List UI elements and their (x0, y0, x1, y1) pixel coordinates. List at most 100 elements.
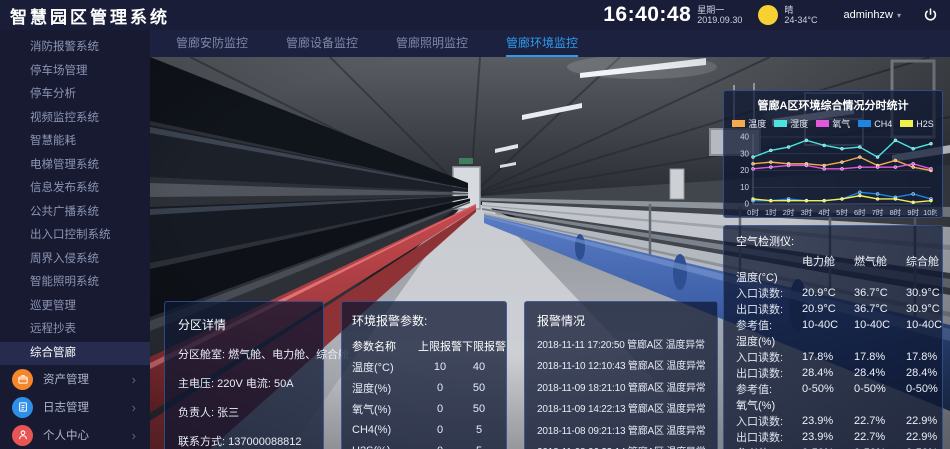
table-row: 氧气(%)050 (352, 398, 496, 419)
sidebar-item-parking-mgmt[interactable]: 停车场管理 (0, 60, 150, 84)
sidebar-item-label: 日志管理 (43, 399, 89, 415)
svg-text:4时: 4时 (818, 207, 830, 217)
list-item[interactable]: 2018-11-10 12:10:43 管廊A区 温度异常 (537, 361, 705, 372)
log-document-icon (12, 397, 33, 418)
legend-swatch-icon (732, 120, 745, 127)
zone-compartments: 分区舱室: 燃气舱、电力舱、综合舱 (178, 349, 310, 362)
svg-text:30: 30 (740, 149, 749, 158)
svg-text:9时: 9时 (907, 207, 919, 217)
tab-bar: 管廊安防监控 管廊设备监控 管廊照明监控 管廊环境监控 (150, 30, 950, 57)
air-detector-header: 电力舱 燃气舱 综合舱 (736, 253, 930, 269)
tunnel-scene: 管廊A区环境综合情况分时统计 温度湿度氧气CH4H2S 0102030400时1… (150, 57, 950, 449)
zone-detail-title: 分区详情 (178, 316, 310, 333)
sidebar-item-utility-tunnel[interactable]: 综合管廊 (0, 342, 150, 366)
table-row: 参考值:0-50%0-50%0-50% (736, 381, 930, 397)
user-menu[interactable]: adminhzw ▾ (843, 9, 901, 21)
tab-lighting-monitoring[interactable]: 管廊照明监控 (396, 30, 468, 57)
table-row: 参考值:0-50%0-50%0-50% (736, 445, 930, 449)
sidebar-item-smart-energy[interactable]: 智慧能耗 (0, 130, 150, 154)
date-label: 2019.09.30 (697, 15, 742, 25)
list-item[interactable]: 2018-11-08 09:21:13 管廊A区 温度异常 (537, 426, 705, 437)
legend-swatch-icon (774, 120, 787, 127)
sidebar-item-info-publish[interactable]: 信息发布系统 (0, 177, 150, 201)
svg-text:0时: 0时 (747, 207, 759, 217)
legend-item[interactable]: 温度 (732, 117, 766, 130)
legend-swatch-icon (900, 120, 913, 127)
weather-temp-range: 24-34°C (784, 15, 817, 25)
table-row: 出口读数:20.9°C36.7°C30.9°C (736, 301, 930, 317)
svg-text:10: 10 (740, 183, 749, 192)
tab-security-monitoring[interactable]: 管廊安防监控 (176, 30, 248, 57)
sidebar-item-parking-analysis[interactable]: 停车分析 (0, 83, 150, 107)
legend-swatch-icon (858, 120, 871, 127)
legend-swatch-icon (816, 120, 829, 127)
chevron-down-icon: ▾ (897, 11, 901, 20)
sidebar-item-patrol-mgmt[interactable]: 巡更管理 (0, 295, 150, 319)
table-row: CH4(%)05 (352, 419, 496, 440)
svg-text:6时: 6时 (854, 207, 866, 217)
sidebar-item-log-mgmt[interactable]: 日志管理 › (0, 393, 150, 421)
sidebar-item-public-broadcast[interactable]: 公共广播系统 (0, 201, 150, 225)
table-row: 入口读数:17.8%17.8%17.8% (736, 349, 930, 365)
table-row: H2S(%)05 (352, 440, 496, 449)
column-header: 电力舱 (802, 253, 854, 269)
svg-text:20: 20 (740, 166, 749, 175)
list-item[interactable]: 2018-11-09 14:22:13 管廊A区 温度异常 (537, 404, 705, 415)
air-detector-panel: 空气检测仪: 电力舱 燃气舱 综合舱 温度(°C) 入口读数:20.9°C36.… (723, 225, 943, 449)
env-stats-chart-panel: 管廊A区环境综合情况分时统计 温度湿度氧气CH4H2S 0102030400时1… (723, 90, 943, 218)
sidebar-item-perimeter-intrusion[interactable]: 周界入侵系统 (0, 248, 150, 272)
app-header: 智慧园区管理系统 16:40:48 星期一 2019.09.30 晴 24-34… (0, 0, 950, 30)
table-row: 湿度(%)050 (352, 377, 496, 398)
table-row: 出口读数:28.4%28.4%28.4% (736, 365, 930, 381)
svg-text:2时: 2时 (783, 207, 795, 217)
legend-item[interactable]: 湿度 (774, 117, 808, 130)
list-item[interactable]: 2018-11-11 17:20:50 管廊A区 温度异常 (537, 340, 705, 351)
sidebar-item-elevator[interactable]: 电梯管理系统 (0, 154, 150, 178)
alarm-params-title: 环境报警参数: (352, 312, 496, 329)
legend-item[interactable]: CH4 (858, 117, 892, 130)
sun-icon (758, 5, 778, 25)
list-item[interactable]: 2018-11-09 18:21:10 管廊A区 温度异常 (537, 383, 705, 394)
zone-detail-card: 分区详情 分区舱室: 燃气舱、电力舱、综合舱 主电压: 220V 电流: 50A… (164, 301, 324, 449)
sidebar-item-fire-alarm[interactable]: 消防报警系统 (0, 36, 150, 60)
app-root: 智慧园区管理系统 16:40:48 星期一 2019.09.30 晴 24-34… (0, 0, 950, 449)
zone-manager: 负责人: 张三 (178, 407, 310, 420)
air-section-oxygen: 氧气(%) (736, 397, 930, 413)
power-button[interactable] (923, 8, 938, 23)
sidebar-item-smart-lighting[interactable]: 智能照明系统 (0, 271, 150, 295)
legend-item[interactable]: 氧气 (816, 117, 850, 130)
svg-text:8时: 8时 (890, 207, 902, 217)
date-block: 星期一 2019.09.30 (697, 5, 742, 25)
weekday-label: 星期一 (697, 5, 742, 15)
alarm-params-header: 参数名称上限报警下限报警 (352, 335, 496, 356)
chevron-right-icon: › (132, 428, 136, 443)
asset-box-icon (12, 369, 33, 390)
content-area: 管廊安防监控 管廊设备监控 管廊照明监控 管廊环境监控 (150, 30, 950, 449)
alarm-params-card: 环境报警参数: 参数名称上限报警下限报警 温度(°C)1040 湿度(%)050… (341, 301, 507, 449)
table-row: 参考值:10-40C10-40C10-40C (736, 317, 930, 333)
tab-equipment-monitoring[interactable]: 管廊设备监控 (286, 30, 358, 57)
svg-text:10时: 10时 (923, 207, 937, 217)
tab-environment-monitoring[interactable]: 管廊环境监控 (506, 30, 578, 57)
sidebar-item-remote-meter[interactable]: 远程抄表 (0, 318, 150, 342)
clock: 16:40:48 (603, 3, 691, 27)
weather-block: 晴 24-34°C (784, 5, 817, 25)
sidebar-item-video-surveillance[interactable]: 视频监控系统 (0, 107, 150, 131)
svg-text:3时: 3时 (801, 207, 813, 217)
env-line-chart[interactable]: 0102030400时1时2时3时4时5时6时7时8时9时10时 (729, 131, 937, 217)
app-title: 智慧园区管理系统 (10, 3, 170, 28)
main-area: 消防报警系统 停车场管理 停车分析 视频监控系统 智慧能耗 电梯管理系统 信息发… (0, 30, 950, 449)
legend-item[interactable]: H2S (900, 117, 934, 130)
table-row: 出口读数:23.9%22.7%22.9% (736, 429, 930, 445)
sidebar-item-personal-center[interactable]: 个人中心 › (0, 421, 150, 449)
sidebar-item-label: 资产管理 (43, 371, 89, 387)
power-icon (923, 8, 938, 23)
person-icon (12, 425, 33, 446)
svg-text:5时: 5时 (836, 207, 848, 217)
svg-text:7时: 7时 (872, 207, 884, 217)
column-header: 燃气舱 (854, 253, 906, 269)
svg-text:40: 40 (740, 133, 749, 142)
sidebar-item-access-control[interactable]: 出入口控制系统 (0, 224, 150, 248)
sidebar-item-asset-mgmt[interactable]: 资产管理 › (0, 365, 150, 393)
zone-contact: 联系方式: 137000088812 (178, 436, 310, 449)
